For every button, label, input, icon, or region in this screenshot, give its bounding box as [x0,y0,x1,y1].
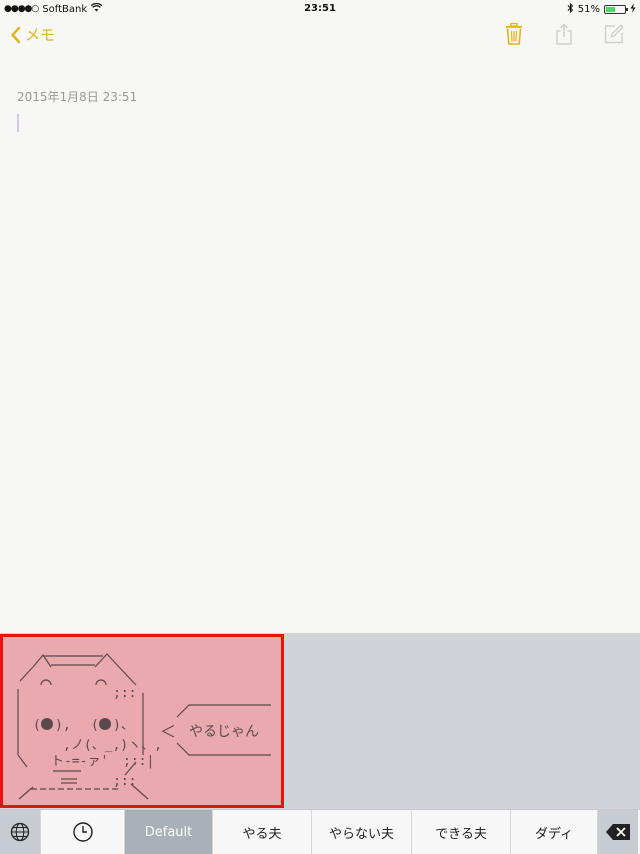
globe-button[interactable] [0,810,41,854]
chevron-left-icon [11,26,21,43]
tab-yaranaio[interactable]: やらない夫 [312,810,412,854]
svg-text:,ノ(、_,)ヽ、,: ,ノ(、_,)ヽ、, [63,738,162,753]
note-date: 2015年1月8日 23:51 [17,90,138,104]
svg-text:),: ), [55,718,71,733]
backspace-icon [606,824,630,840]
battery-percent: 51% [577,4,600,15]
trash-icon[interactable] [504,22,524,46]
recent-button[interactable] [41,810,125,854]
svg-text:)、: )、 [113,718,134,733]
clock-icon [72,822,93,842]
back-label: メモ [25,26,56,44]
ascii-art-panel[interactable]: ( ), ( )、 ,ノ(、_,)ヽ、, ト‐=‐ァ' ;::| ;:: ;::… [0,634,284,808]
svg-text:;::|: ;::| [123,754,154,769]
charging-icon [630,3,636,16]
tab-default[interactable]: Default [125,810,213,854]
status-bar: ●●●●○ SoftBank 23:51 51% [0,0,640,20]
svg-text:;::: ;:: [113,774,136,789]
navigation-bar: メモ [0,20,640,52]
back-button[interactable]: メモ [10,24,55,45]
speech-text: やるじゃん [189,724,259,740]
globe-icon [10,822,30,842]
keyboard-tab-bar: Default やる夫 やらない夫 できる夫 ダディ [0,809,640,854]
bluetooth-icon [567,2,574,16]
svg-text:(: ( [33,718,41,733]
battery-icon [604,5,628,14]
svg-text:ト‐=‐ァ': ト‐=‐ァ' [51,754,108,769]
status-time: 23:51 [304,3,336,14]
speech-pointer: ＜ [160,722,176,741]
svg-text:;::: ;:: [113,686,136,701]
compose-icon[interactable] [604,22,624,46]
tab-daddy[interactable]: ダディ [511,810,598,854]
share-icon[interactable] [554,22,574,46]
text-cursor[interactable] [17,114,19,132]
yaruo-ascii-art: ( ), ( )、 ,ノ(、_,)ヽ、, ト‐=‐ァ' ;::| ;:: ;::… [17,653,271,800]
delete-button[interactable] [598,810,638,854]
svg-text:(: ( [91,718,99,733]
tab-dekiruo[interactable]: できる夫 [412,810,511,854]
tab-yaruo[interactable]: やる夫 [213,810,312,854]
